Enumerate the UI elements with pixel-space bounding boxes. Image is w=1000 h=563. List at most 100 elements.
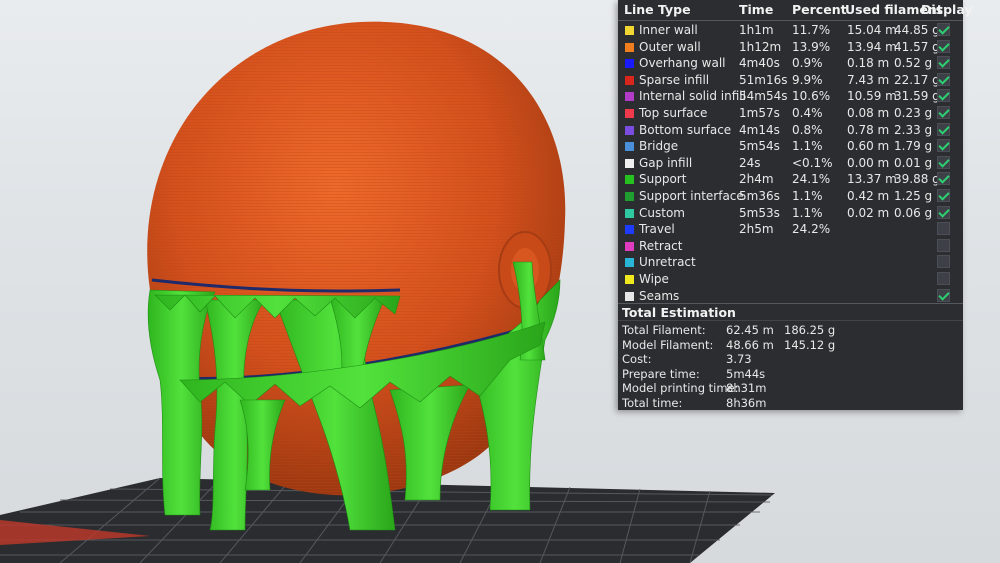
line-type-name: Outer wall [639, 39, 701, 54]
length-value: 0.00 m [847, 155, 890, 170]
length-value: 0.18 m [847, 56, 890, 71]
weight-value: 41.57 g [894, 39, 940, 54]
time-value: 4m14s [739, 122, 780, 137]
total-label: Model printing time: [622, 381, 739, 396]
display-checkbox[interactable] [937, 89, 950, 103]
weight-value: 1.25 g [894, 189, 933, 203]
length-value: 13.94 m [847, 39, 897, 54]
percent-value: 1.1% [792, 189, 823, 203]
color-swatch [625, 275, 634, 284]
weight-value: 22.17 g [894, 72, 940, 87]
line-type-name: Custom [639, 205, 685, 220]
legend-row: Sparse infill 51m16s 9.9% 7.43 m 22.17 g [618, 72, 963, 88]
weight-value: 39.88 g [894, 172, 940, 187]
total-label: Total Filament: [622, 323, 706, 337]
legend-row: Bottom surface 4m14s 0.8% 0.78 m 2.33 g [618, 122, 963, 138]
display-checkbox[interactable] [937, 172, 950, 186]
time-value: 2h5m [739, 222, 774, 237]
display-checkbox[interactable] [937, 139, 950, 153]
legend-row: Unretract [618, 254, 963, 270]
line-type-name: Overhang wall [639, 56, 726, 71]
length-value: 0.78 m [847, 122, 890, 137]
time-value: 5m54s [739, 139, 780, 154]
header-line-type: Line Type [624, 2, 691, 17]
time-value: 1h1m [739, 23, 774, 37]
line-type-name: Travel [639, 222, 675, 237]
total-row: Cost: 3.73 [618, 351, 963, 367]
display-checkbox[interactable] [937, 122, 950, 136]
display-checkbox[interactable] [937, 106, 950, 119]
display-checkbox[interactable] [937, 255, 950, 269]
line-type-name: Wipe [639, 272, 669, 286]
percent-value: 0.4% [792, 106, 823, 120]
percent-value: 1.1% [792, 139, 823, 154]
line-type-name: Support interface [639, 189, 744, 203]
line-type-name: Seams [639, 288, 680, 303]
line-type-legend-panel: Line Type Time Percent Used filament Dis… [618, 0, 973, 410]
header-display: Display [921, 2, 973, 17]
display-checkbox[interactable] [937, 238, 950, 252]
legend-row: Overhang wall 4m40s 0.9% 0.18 m 0.52 g [618, 55, 963, 71]
legend-row: Gap infill 24s <0.1% 0.00 m 0.01 g [618, 155, 963, 171]
legend-row: Support interface 5m36s 1.1% 0.42 m 1.25 g [618, 188, 963, 204]
color-swatch [625, 225, 634, 235]
line-type-name: Gap infill [639, 155, 693, 170]
display-checkbox[interactable] [937, 56, 950, 70]
display-checkbox[interactable] [937, 272, 950, 285]
total-label: Model Filament: [622, 337, 714, 352]
time-value: 5m36s [739, 189, 780, 203]
percent-value: 13.9% [792, 39, 831, 54]
total-label: Cost: [622, 352, 652, 367]
time-value: 1m57s [739, 106, 780, 120]
percent-value: 0.9% [792, 56, 823, 71]
total-row: Total Filament: 62.45 m 186.25 g [618, 322, 963, 338]
legend-row: Wipe [618, 271, 963, 287]
color-swatch [625, 192, 634, 201]
total-value-1: 3.73 [726, 352, 752, 367]
color-swatch [625, 75, 634, 85]
weight-value: 0.52 g [894, 56, 933, 71]
display-checkbox[interactable] [937, 155, 950, 169]
display-checkbox[interactable] [937, 72, 950, 86]
percent-value: 0.8% [792, 122, 823, 137]
percent-value: 10.6% [792, 89, 831, 104]
total-value-2: 145.12 g [784, 337, 836, 352]
display-checkbox[interactable] [937, 222, 950, 236]
color-swatch [625, 26, 634, 35]
line-type-name: Internal solid infill [639, 89, 746, 104]
length-value: 10.59 m [847, 89, 897, 104]
total-value-1: 8h31m [726, 381, 767, 396]
weight-value: 0.06 g [894, 205, 933, 220]
percent-value: 11.7% [792, 23, 831, 37]
time-value: 5m53s [739, 205, 780, 220]
line-type-name: Top surface [639, 106, 708, 120]
display-checkbox[interactable] [937, 288, 950, 302]
line-type-name: Sparse infill [639, 72, 710, 87]
color-swatch [625, 125, 634, 135]
color-swatch [625, 241, 634, 251]
length-value: 15.04 m [847, 23, 897, 37]
time-value: 1h12m [739, 39, 782, 54]
display-checkbox[interactable] [937, 39, 950, 53]
legend-row: Retract [618, 238, 963, 254]
time-value: 24s [739, 155, 761, 170]
legend-row: Bridge 5m54s 1.1% 0.60 m 1.79 g [618, 138, 963, 154]
percent-value: 24.1% [792, 172, 831, 187]
color-swatch [625, 142, 634, 152]
weight-value: 2.33 g [894, 122, 933, 137]
weight-value: 1.79 g [894, 139, 933, 154]
header-percent: Percent [792, 2, 847, 17]
line-type-name: Support [639, 172, 687, 187]
color-swatch [625, 258, 634, 268]
line-type-name: Inner wall [639, 23, 698, 37]
display-checkbox[interactable] [937, 189, 950, 202]
legend-row: Travel 2h5m 24.2% [618, 221, 963, 237]
total-row: Model Filament: 48.66 m 145.12 g [618, 337, 963, 353]
legend-row: Support 2h4m 24.1% 13.37 m 39.88 g [618, 171, 963, 187]
display-checkbox[interactable] [937, 205, 950, 219]
total-value-1: 8h36m [726, 396, 767, 410]
display-checkbox[interactable] [937, 23, 950, 36]
time-value: 51m16s [739, 72, 788, 87]
length-value: 0.60 m [847, 139, 890, 154]
color-swatch [625, 109, 634, 118]
